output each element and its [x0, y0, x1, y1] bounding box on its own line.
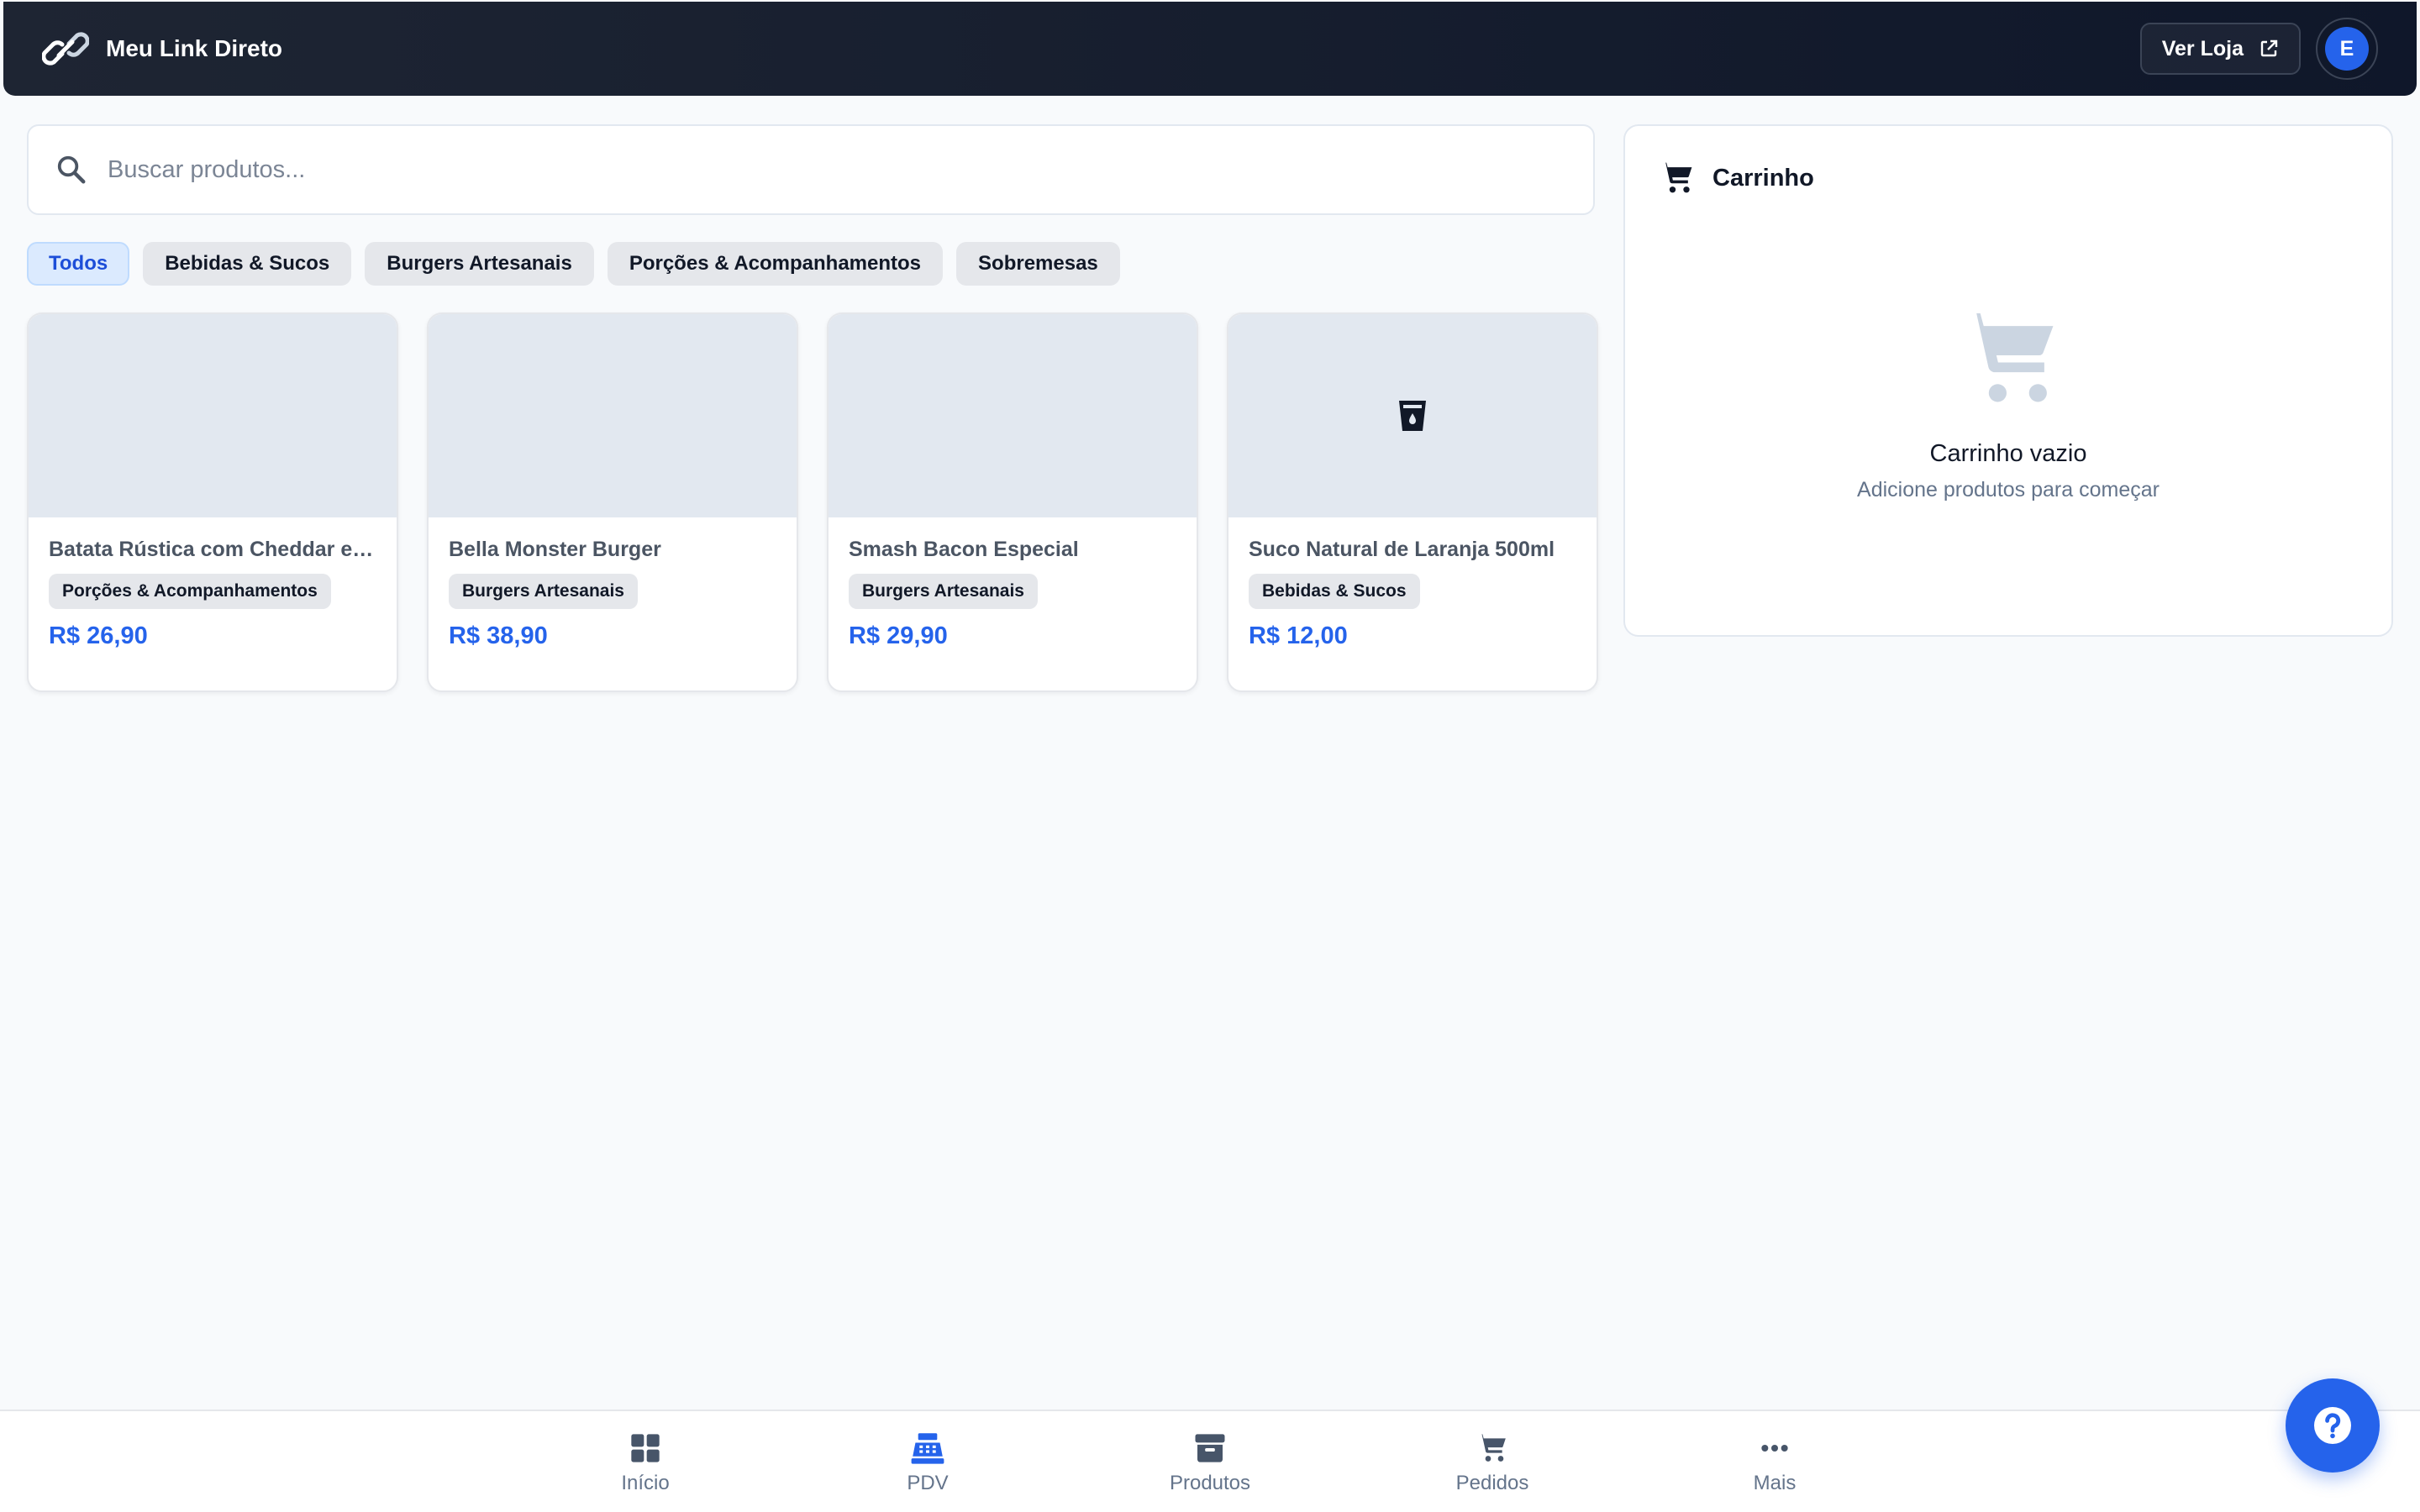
cart-icon — [1476, 1434, 1506, 1462]
bottom-navigation: Início PDV Produtos Pedidos Mais — [0, 1410, 2420, 1512]
product-image-placeholder — [29, 314, 397, 517]
product-category-badge: Bebidas & Sucos — [1249, 574, 1420, 609]
nav-label: Início — [621, 1472, 670, 1494]
product-image-placeholder — [1228, 314, 1597, 517]
chain-link-logo-icon[interactable] — [42, 25, 89, 72]
product-category-badge: Porções & Acompanhamentos — [49, 574, 331, 609]
product-price: R$ 29,90 — [849, 622, 948, 649]
grid-icon — [631, 1434, 660, 1462]
ver-loja-button[interactable]: Ver Loja — [2139, 23, 2301, 75]
cart-empty-state: Carrinho vazio Adicione produtos para co… — [1625, 309, 2391, 502]
nav-label: Mais — [1753, 1472, 1797, 1494]
product-grid: Batata Rústica com Cheddar e Bacon Porçõ… — [27, 312, 1598, 692]
cart-empty-title: Carrinho vazio — [1929, 440, 2087, 467]
search-icon — [57, 155, 86, 184]
top-header: Meu Link Direto Ver Loja E — [3, 2, 2417, 96]
product-name: Smash Bacon Especial — [849, 538, 1079, 561]
product-image-placeholder — [829, 314, 1197, 517]
product-price: R$ 26,90 — [49, 622, 148, 649]
empty-cart-icon — [1960, 313, 2054, 402]
category-filter: Todos Bebidas & Sucos Burgers Artesanais… — [27, 242, 1120, 286]
product-card[interactable]: Bella Monster Burger Burgers Artesanais … — [427, 312, 798, 692]
external-link-icon — [2260, 39, 2278, 57]
nav-item-pdv[interactable]: PDV — [844, 1431, 1012, 1495]
ver-loja-label: Ver Loja — [2161, 36, 2244, 60]
archive-box-icon — [1195, 1434, 1225, 1462]
user-avatar-button[interactable]: E — [2316, 18, 2378, 80]
cart-panel: Carrinho Carrinho vazio Adicione produto… — [1623, 124, 2393, 637]
product-name: Suco Natural de Laranja 500ml — [1249, 538, 1555, 561]
nav-item-produtos[interactable]: Produtos — [1126, 1431, 1294, 1495]
product-name: Batata Rústica com Cheddar e Bacon — [49, 538, 376, 561]
product-category-badge: Burgers Artesanais — [449, 574, 638, 609]
category-chip-porcoes[interactable]: Porções & Acompanhamentos — [607, 242, 944, 286]
product-price: R$ 12,00 — [1249, 622, 1348, 649]
help-button[interactable] — [2286, 1378, 2380, 1473]
product-card[interactable]: Suco Natural de Laranja 500ml Bebidas & … — [1227, 312, 1598, 692]
cart-empty-subtitle: Adicione produtos para começar — [1857, 478, 2160, 501]
nav-item-inicio[interactable]: Início — [561, 1431, 729, 1495]
category-chip-todos[interactable]: Todos — [27, 242, 130, 286]
nav-label: Pedidos — [1455, 1472, 1529, 1494]
product-price: R$ 38,90 — [449, 622, 548, 649]
product-card[interactable]: Batata Rústica com Cheddar e Bacon Porçõ… — [27, 312, 398, 692]
more-dots-icon — [1761, 1445, 1788, 1452]
help-question-icon — [2314, 1407, 2351, 1444]
brand-name: Meu Link Direto — [106, 35, 283, 61]
drink-cup-icon — [1399, 401, 1426, 431]
category-chip-burgers[interactable]: Burgers Artesanais — [365, 242, 594, 286]
nav-label: PDV — [907, 1472, 949, 1494]
search-input[interactable] — [108, 155, 1536, 184]
avatar: E — [2325, 27, 2369, 71]
product-name: Bella Monster Burger — [449, 538, 661, 561]
nav-item-pedidos[interactable]: Pedidos — [1408, 1431, 1576, 1495]
category-chip-bebidas[interactable]: Bebidas & Sucos — [143, 242, 352, 286]
product-category-badge: Burgers Artesanais — [849, 574, 1038, 609]
category-chip-sobremesas[interactable]: Sobremesas — [956, 242, 1120, 286]
cash-register-icon — [911, 1433, 944, 1464]
nav-item-mais[interactable]: Mais — [1691, 1431, 1859, 1495]
search-box — [27, 124, 1595, 215]
cart-title: Carrinho — [1712, 164, 1814, 192]
nav-label: Produtos — [1169, 1472, 1251, 1494]
product-image-placeholder — [429, 314, 797, 517]
product-card[interactable]: Smash Bacon Especial Burgers Artesanais … — [827, 312, 1198, 692]
cart-icon — [1660, 162, 1692, 193]
